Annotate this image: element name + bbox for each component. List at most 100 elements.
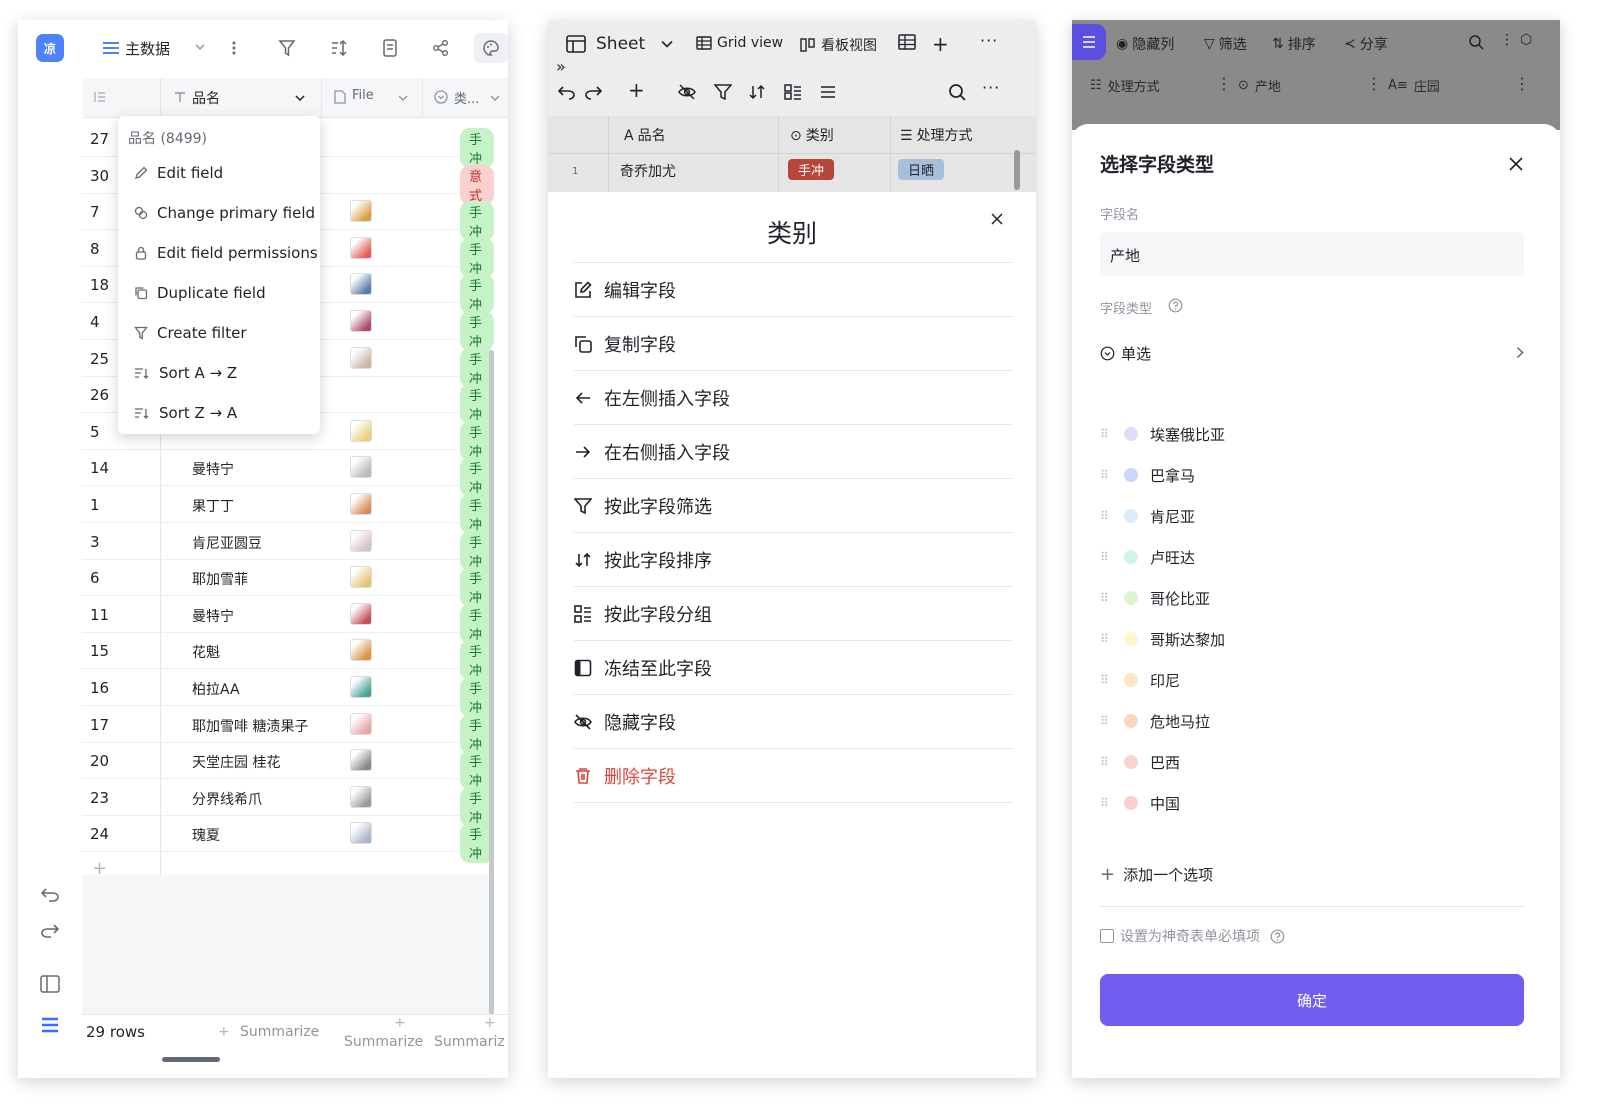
file-thumbnail[interactable] xyxy=(350,456,372,479)
drag-handle-icon[interactable]: ⠿ xyxy=(1100,796,1110,810)
sort-button[interactable]: ⇅ 排序 xyxy=(1272,34,1316,54)
more-vertical-icon[interactable]: ⋮ xyxy=(1216,74,1232,93)
option-item[interactable]: ⠿ 哥伦比亚 xyxy=(1100,586,1210,610)
menu-item-change-primary[interactable]: Change primary field xyxy=(134,201,315,225)
row-name-cell[interactable]: 分界线希爪 xyxy=(192,789,262,809)
drag-handle-icon[interactable]: ⠿ xyxy=(1100,509,1110,523)
option-item[interactable]: ⠿ 危地马拉 xyxy=(1100,709,1210,733)
row-name-cell[interactable]: 花魁 xyxy=(192,642,220,662)
close-icon[interactable] xyxy=(990,212,1004,226)
file-thumbnail[interactable] xyxy=(350,566,372,589)
file-thumbnail[interactable] xyxy=(350,785,372,808)
undo-icon[interactable] xyxy=(558,84,576,100)
chevron-down-icon[interactable] xyxy=(398,94,408,102)
menu-item-sort[interactable]: 按此字段排序 xyxy=(574,533,1012,587)
file-thumbnail[interactable] xyxy=(350,419,372,442)
vertical-scrollbar[interactable] xyxy=(489,350,494,1016)
option-item[interactable]: ⠿ 埃塞俄比亚 xyxy=(1100,422,1225,446)
file-thumbnail[interactable] xyxy=(350,273,372,296)
option-item[interactable]: ⠿ 巴拿马 xyxy=(1100,463,1195,487)
sidebar-toggle-icon[interactable] xyxy=(40,975,60,993)
file-thumbnail[interactable] xyxy=(350,676,372,698)
option-item[interactable]: ⠿ 肯尼亚 xyxy=(1100,504,1195,528)
col-name-header[interactable]: A 品名 xyxy=(624,125,666,145)
add-record-icon[interactable]: + xyxy=(628,78,645,102)
column-header-category[interactable]: 类... xyxy=(454,88,479,107)
horizontal-scrollbar[interactable] xyxy=(162,1057,220,1062)
hide-columns-button[interactable]: ◉ 隐藏列 xyxy=(1116,34,1174,54)
option-color-dot[interactable] xyxy=(1124,796,1138,810)
option-color-dot[interactable] xyxy=(1124,755,1138,769)
row-name-cell[interactable]: 天堂庄园 桂花 xyxy=(192,752,280,772)
add-option-button[interactable]: + 添加一个选项 xyxy=(1100,864,1213,885)
menu-item-copy-field[interactable]: 复制字段 xyxy=(574,317,1012,371)
filter-button[interactable]: ▽ 筛选 xyxy=(1204,34,1247,54)
kanban-view-tab[interactable]: 看板视图 xyxy=(800,35,877,55)
option-color-dot[interactable] xyxy=(1124,468,1138,482)
summarize-button[interactable]: Summariz xyxy=(434,1034,505,1050)
chevron-down-icon[interactable] xyxy=(195,43,205,51)
menu-item-sort-asc[interactable]: Sort A → Z xyxy=(134,361,237,385)
option-color-dot[interactable] xyxy=(1124,509,1138,523)
confirm-button[interactable]: 确定 xyxy=(1100,974,1524,1026)
filter-icon[interactable] xyxy=(714,84,732,100)
expand-double-chevron-icon[interactable]: » xyxy=(556,57,566,76)
chevron-down-icon[interactable] xyxy=(490,94,500,102)
row-name-cell[interactable]: 果丁丁 xyxy=(192,496,234,516)
file-thumbnail[interactable] xyxy=(350,749,372,772)
add-row-plus-icon[interactable]: + xyxy=(92,858,107,879)
undo-icon[interactable] xyxy=(40,886,60,902)
file-thumbnail[interactable] xyxy=(350,200,372,223)
menu-item-filter[interactable]: 按此字段筛选 xyxy=(574,479,1012,533)
sheet-tab[interactable]: Sheet xyxy=(566,34,673,54)
close-icon[interactable] xyxy=(1508,156,1524,172)
drag-handle-icon[interactable]: ⠿ xyxy=(1100,550,1110,564)
table-row[interactable]: 14 曼特宁 手冲 xyxy=(82,449,494,498)
table-row[interactable]: 23 分界线希爪 手冲 xyxy=(82,779,494,827)
file-thumbnail[interactable] xyxy=(350,493,372,515)
share-button[interactable]: ≺ 分享 xyxy=(1344,34,1388,54)
drag-handle-icon[interactable]: ⠿ xyxy=(1100,632,1110,646)
row-name-cell[interactable]: 柏拉AA xyxy=(192,679,240,699)
row-name-cell[interactable]: 瑰夏 xyxy=(192,825,220,845)
redo-icon[interactable] xyxy=(40,922,60,938)
menu-list-icon[interactable] xyxy=(40,1016,60,1034)
table-row[interactable]: 20 天堂庄园 桂花 手冲 xyxy=(82,742,494,791)
drag-handle-icon[interactable]: ⠿ xyxy=(1100,468,1110,482)
menu-item-edit-field[interactable]: 编辑字段 xyxy=(574,263,1012,317)
file-thumbnail[interactable] xyxy=(350,310,372,332)
summarize-button[interactable]: Summarize xyxy=(344,1034,423,1050)
more-horizontal-icon[interactable]: ··· xyxy=(982,78,1000,97)
drag-handle-icon[interactable]: ⠿ xyxy=(1100,591,1110,605)
form-icon[interactable] xyxy=(382,39,398,57)
share-icon[interactable] xyxy=(432,39,450,57)
menu-list-icon[interactable] xyxy=(1072,24,1106,60)
menu-item-permissions[interactable]: Edit field permissions xyxy=(134,241,318,265)
option-color-dot[interactable] xyxy=(1124,591,1138,605)
table-icon[interactable] xyxy=(898,34,916,50)
menu-item-hide[interactable]: 隐藏字段 xyxy=(574,695,1012,749)
row-name[interactable]: 奇乔加尤 xyxy=(620,161,676,181)
menu-item-freeze[interactable]: 冻结至此字段 xyxy=(574,641,1012,695)
table-row[interactable]: 24 瑰夏 手冲 xyxy=(82,815,494,864)
drag-handle-icon[interactable]: ⠿ xyxy=(1100,427,1110,441)
drag-handle-icon[interactable]: ⠿ xyxy=(1100,755,1110,769)
file-thumbnail[interactable] xyxy=(350,602,372,625)
table-row[interactable]: 6 耶加雪菲 手冲 xyxy=(82,559,494,608)
sort-icon[interactable] xyxy=(748,84,766,100)
app-logo[interactable]: 凉 xyxy=(36,34,64,62)
help-icon[interactable] xyxy=(1168,298,1183,313)
grid-view-tab[interactable]: Grid view xyxy=(696,35,783,51)
col-header-origin[interactable]: ⊙ 产地 xyxy=(1238,76,1281,95)
view-name[interactable]: 主数据 xyxy=(125,38,170,59)
redo-icon[interactable] xyxy=(584,84,602,100)
field-name-input[interactable]: 产地 xyxy=(1100,232,1524,276)
summarize-button[interactable]: Summarize xyxy=(240,1024,319,1040)
summarize-plus-icon[interactable]: + xyxy=(218,1024,230,1040)
scrollbar[interactable] xyxy=(1014,150,1020,190)
row-name-cell[interactable]: 耶加雪菲 xyxy=(192,569,248,589)
menu-item-edit-field[interactable]: Edit field xyxy=(134,161,223,185)
help-icon[interactable] xyxy=(1270,929,1285,944)
chevron-down-icon[interactable] xyxy=(295,94,305,102)
menu-item-sort-desc[interactable]: Sort Z → A xyxy=(134,401,237,425)
